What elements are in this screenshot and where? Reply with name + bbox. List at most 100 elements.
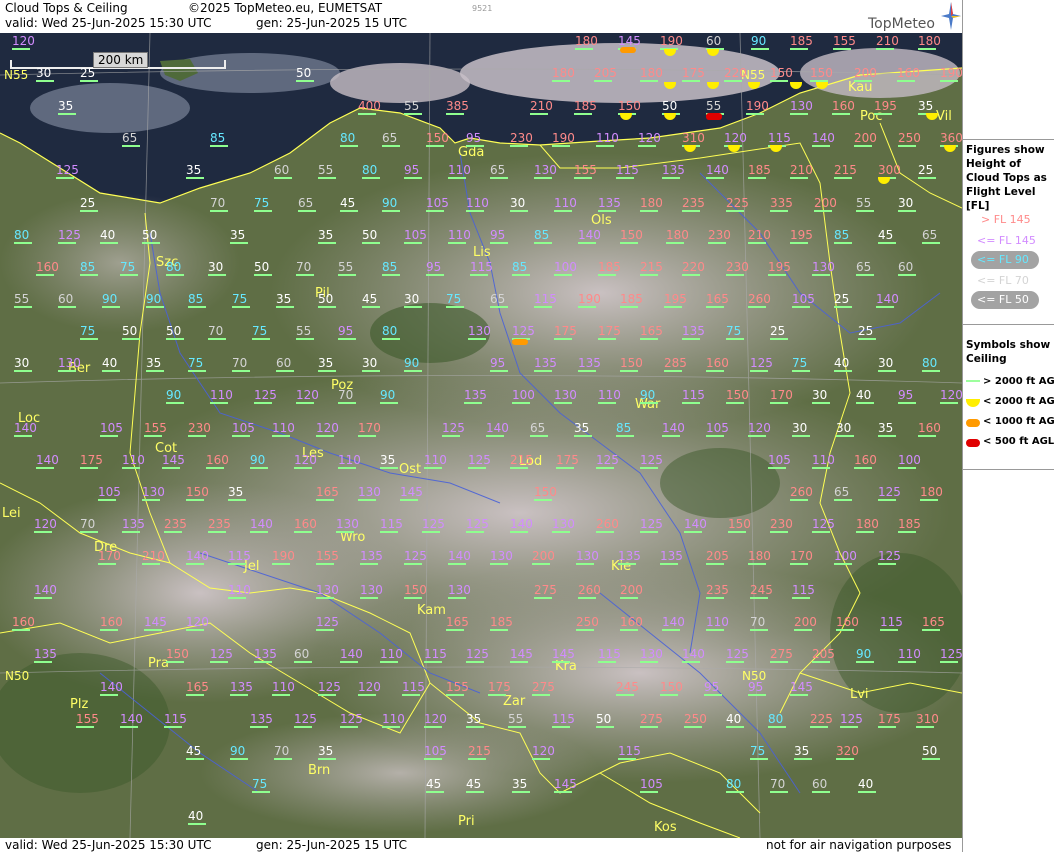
figure-value: 135 (254, 647, 277, 661)
ceiling-green-line-icon (812, 274, 830, 276)
cloud-top-figure: 130 (576, 550, 599, 565)
figure-value: 25 (834, 292, 850, 306)
satellite-map[interactable]: 200 km N55 N55 N50 N50 Gda Kau Poc Vil Szc Ol… (0, 33, 962, 838)
figure-value: 35 (512, 777, 528, 791)
figure-value: 120 (748, 421, 771, 435)
ceiling-green-line-icon (726, 791, 744, 793)
cloud-top-figure: 130 (490, 550, 513, 565)
city-name: Kos (654, 820, 677, 835)
figure-value: 40 (858, 777, 874, 791)
ceiling-green-line-icon (768, 467, 786, 469)
figure-value: 150 (728, 517, 751, 531)
ceiling-green-line-icon (510, 661, 528, 663)
cloud-top-figure: 95 (490, 229, 508, 244)
cloud-top-figure: 30 (878, 357, 896, 372)
ceiling-green-line-icon (490, 306, 508, 308)
cloud-top-figure: 80 (362, 164, 380, 179)
figure-value: 75 (792, 356, 808, 370)
ceiling-green-line-icon (336, 531, 354, 533)
ceiling-green-line-icon (834, 370, 852, 372)
ceiling-green-line-icon (878, 242, 896, 244)
cloud-top-figure: 135 (34, 648, 57, 663)
cloud-top-figure: 130 (448, 584, 471, 599)
cloud-top-figure: 200 (620, 584, 643, 599)
ceiling-green-line-icon (404, 370, 422, 372)
city-name: Ols (591, 213, 612, 228)
ceiling-green-line-icon (466, 791, 484, 793)
cloud-top-figure: 145 (400, 486, 423, 501)
figure-value: 40 (834, 356, 850, 370)
figure-value: 190 (272, 549, 295, 563)
figure-value: 110 (424, 453, 447, 467)
cloud-top-figure: 235 (164, 518, 187, 533)
figure-value: 75 (726, 324, 742, 338)
figure-value: 160 (832, 99, 855, 113)
figure-value: 175 (556, 453, 579, 467)
figure-value: 135 (618, 549, 641, 563)
figure-value: 110 (448, 163, 471, 177)
figure-value: 110 (706, 615, 729, 629)
cloud-top-figure: 285 (664, 357, 687, 372)
cloud-top-figure: 50 (318, 293, 336, 308)
cloud-top-figure: 30 (208, 261, 226, 276)
copyright-text: ©2025 TopMeteo.eu, EUMETSAT (188, 1, 383, 15)
cloud-top-figure: 65 (122, 132, 140, 147)
city-label-brn: Brn (308, 763, 330, 778)
ceiling-green-line-icon (834, 499, 852, 501)
figure-value: 195 (664, 292, 687, 306)
figure-value: 125 (442, 421, 465, 435)
valid-time: valid: Wed 25-Jun-2025 15:30 UTC (5, 16, 212, 30)
ceiling-green-line-icon (252, 791, 270, 793)
figure-value: 140 (662, 421, 685, 435)
figure-value: 60 (276, 356, 292, 370)
figure-value: 135 (682, 324, 705, 338)
cloud-top-figure: 135 (464, 389, 487, 404)
ceiling-green-line-icon (574, 177, 592, 179)
figure-value: 165 (922, 615, 945, 629)
city-name: Plz (70, 697, 89, 712)
figure-value: 140 (682, 647, 705, 661)
ceiling-green-line-icon (578, 370, 596, 372)
cloud-top-figure: 70 (210, 197, 228, 212)
footer-valid-time: valid: Wed 25-Jun-2025 15:30 UTC (5, 838, 212, 852)
ceiling-green-line-icon (534, 242, 552, 244)
cloud-top-figure: 185 (620, 293, 643, 308)
figure-value: 190 (746, 99, 769, 113)
cloud-top-figure: 115 (618, 745, 641, 760)
figure-value: 200 (854, 131, 877, 145)
cloud-top-figure: 260 (596, 518, 619, 533)
ceiling-green-line-icon (14, 242, 32, 244)
cloud-top-figure: 130 (358, 486, 381, 501)
cloud-top-figure: 160 (918, 422, 941, 437)
figure-value: 75 (252, 777, 268, 791)
figure-value: 105 (426, 196, 449, 210)
city-label-lei: Lei (2, 506, 21, 521)
ceiling-green-line-icon (358, 499, 376, 501)
cloud-top-figure: 110 (466, 197, 489, 212)
cloud-top-figure: 140 (682, 648, 705, 663)
city-name: Zar (503, 694, 526, 709)
ceiling-green-line-icon (640, 80, 658, 82)
ceiling-green-line-icon (446, 306, 464, 308)
ceiling-green-line-icon (340, 210, 358, 212)
cloud-top-figure: 180 (640, 197, 663, 212)
ceiling-green-line-icon (660, 694, 678, 696)
figure-value: 105 (792, 292, 815, 306)
figure-value: 115 (682, 388, 705, 402)
ceiling-green-line-icon (876, 306, 894, 308)
ceiling-green-line-icon (36, 80, 54, 82)
ceiling-lt-500: < 500 ft AGL (983, 436, 1054, 447)
ceiling-green-line-icon (80, 274, 98, 276)
cloud-top-figure: 35 (230, 229, 248, 244)
figure-value: 140 (250, 517, 273, 531)
figure-value: 190 (578, 292, 601, 306)
ceiling-green-line-icon (274, 758, 292, 760)
cloud-top-figure: 105 (706, 422, 729, 437)
cloud-top-figure: 190 (940, 67, 962, 82)
ceiling-green-line-icon (210, 661, 228, 663)
figure-value: 130 (58, 356, 81, 370)
cloud-top-figure: 200 (794, 616, 817, 631)
ceiling-green-line-icon (510, 467, 528, 469)
figure-value: 65 (922, 228, 938, 242)
figure-value: 70 (750, 615, 766, 629)
